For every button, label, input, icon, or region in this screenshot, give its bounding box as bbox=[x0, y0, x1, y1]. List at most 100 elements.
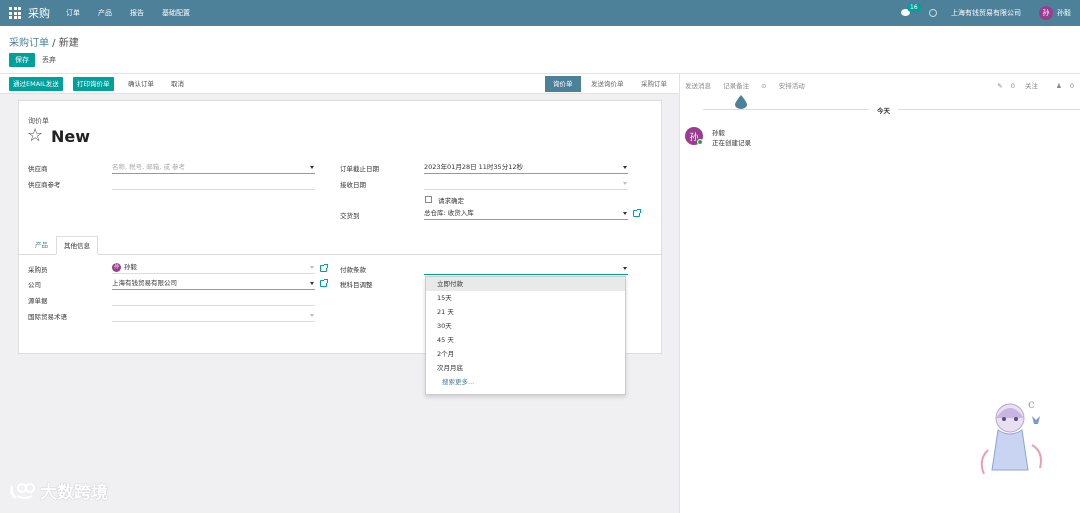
stage-rfq-sent[interactable]: 发送询价单 bbox=[583, 76, 632, 92]
discard-button[interactable]: 丢弃 bbox=[42, 53, 56, 67]
stage-purchase-order[interactable]: 采购订单 bbox=[633, 76, 675, 92]
drop-icon bbox=[735, 95, 747, 109]
online-status-dot bbox=[697, 139, 703, 145]
deliver-to-field[interactable]: 总仓库: 收货入库 bbox=[424, 208, 628, 220]
follow-button[interactable]: 关注 bbox=[1025, 82, 1038, 90]
menu-products[interactable]: 产品 bbox=[98, 8, 112, 18]
attachments-button[interactable]: ✎ 0 bbox=[989, 82, 1015, 90]
message-body: 正在创建记录 bbox=[712, 139, 751, 147]
today-label: 今天 bbox=[869, 105, 898, 115]
company-field[interactable]: 上海有钱贸易有限公司 bbox=[112, 278, 315, 290]
buyer-external-link-icon[interactable] bbox=[320, 264, 328, 272]
activity-clock-icon[interactable] bbox=[929, 9, 937, 17]
deliver-to-caret[interactable] bbox=[623, 212, 627, 215]
message-author: 孙毅 bbox=[712, 129, 725, 137]
menu-configuration[interactable]: 基础配置 bbox=[162, 8, 190, 18]
log-note-button[interactable]: 记录备注 bbox=[723, 82, 749, 90]
vendor-ref-label: 供应商参考 bbox=[28, 181, 61, 189]
order-deadline-field[interactable]: 2023年01月28日 11时35分12秒 bbox=[424, 162, 628, 174]
receipt-date-field[interactable] bbox=[424, 178, 628, 190]
receipt-date-caret[interactable] bbox=[623, 182, 627, 185]
incoterm-caret[interactable] bbox=[310, 314, 314, 317]
incoterm-field[interactable] bbox=[112, 310, 315, 322]
dropdown-option[interactable]: 15天 bbox=[426, 291, 625, 305]
user-menu[interactable]: 孙毅 bbox=[1057, 8, 1071, 18]
buyer-caret[interactable] bbox=[310, 266, 314, 269]
external-link-icon[interactable] bbox=[633, 209, 641, 217]
deliver-to-value: 总仓库: 收货入库 bbox=[424, 209, 474, 217]
company-value: 上海有钱贸易有限公司 bbox=[112, 279, 177, 287]
company-switcher[interactable]: 上海有钱贸易有限公司 bbox=[951, 8, 1021, 18]
cancel-button[interactable]: 取消 bbox=[167, 77, 188, 91]
breadcrumb-separator: / bbox=[49, 38, 59, 49]
dropdown-option[interactable]: 立即付款 bbox=[426, 277, 625, 291]
payment-terms-field[interactable] bbox=[424, 263, 628, 275]
dropdown-option[interactable]: 21 天 bbox=[426, 305, 625, 319]
vendor-field[interactable]: 名称, 税号, 邮箱, 或 参考 bbox=[112, 162, 315, 174]
vendor-label: 供应商 bbox=[28, 165, 48, 173]
clock-icon: ⊙ bbox=[761, 82, 767, 90]
top-navbar: 采购 订单 产品 报告 基础配置 16 上海有钱贸易有限公司 孙 孙毅 bbox=[0, 0, 1080, 26]
payment-terms-label: 付款条款 bbox=[340, 266, 366, 274]
anime-mascot-image: c bbox=[980, 397, 1042, 475]
status-bar: 通过EMAIL发送 打印询价单 确认订单 取消 询价单 发送询价单 采购订单 bbox=[0, 74, 679, 94]
confirm-order-button[interactable]: 确认订单 bbox=[124, 77, 158, 91]
vendor-ref-field[interactable] bbox=[112, 178, 315, 190]
source-document-label: 源单据 bbox=[28, 297, 48, 305]
source-document-field[interactable] bbox=[112, 294, 315, 306]
stage-rfq[interactable]: 询价单 bbox=[545, 76, 581, 92]
watermark-text: 大数跨境 bbox=[40, 483, 108, 503]
followers-count: 0 bbox=[1069, 82, 1074, 90]
svg-text:c: c bbox=[1028, 397, 1035, 411]
company-external-link-icon[interactable] bbox=[320, 279, 328, 287]
attachments-count: 0 bbox=[1010, 82, 1015, 90]
vendor-placeholder: 名称, 税号, 邮箱, 或 参考 bbox=[112, 163, 185, 171]
dropdown-option[interactable]: 45 天 bbox=[426, 333, 625, 347]
dropdown-option[interactable]: 2个月 bbox=[426, 347, 625, 361]
record-title: New bbox=[51, 127, 91, 146]
menu-reports[interactable]: 报告 bbox=[130, 8, 144, 18]
breadcrumb-parent[interactable]: 采购订单 bbox=[9, 38, 49, 49]
order-deadline-caret[interactable] bbox=[623, 166, 627, 169]
watermark-logo-icon bbox=[10, 482, 35, 499]
send-message-button[interactable]: 发送消息 bbox=[685, 82, 711, 90]
vendor-dropdown-caret[interactable] bbox=[310, 166, 314, 169]
ask-confirm-checkbox[interactable] bbox=[425, 196, 432, 203]
buyer-field[interactable]: 孙孙毅 bbox=[112, 262, 315, 274]
dropdown-option[interactable]: 次月月底 bbox=[426, 361, 625, 375]
deliver-to-label: 交货到 bbox=[340, 212, 360, 220]
incoterm-label: 国际贸易术语 bbox=[28, 313, 67, 321]
breadcrumb-current: 新建 bbox=[58, 38, 79, 49]
company-label: 公司 bbox=[28, 281, 41, 289]
apps-menu-icon[interactable] bbox=[8, 6, 22, 20]
save-button[interactable]: 保存 bbox=[9, 53, 35, 67]
order-deadline-value: 2023年01月28日 11时35分12秒 bbox=[424, 163, 523, 171]
followers-button[interactable]: ♟ 0 bbox=[1048, 82, 1074, 90]
followers-icon: ♟ bbox=[1056, 82, 1062, 90]
chatter-right-tools: ✎ 0 关注 ♟ 0 bbox=[981, 80, 1074, 90]
tab-other-info[interactable]: 其他信息 bbox=[56, 236, 98, 255]
menu-orders[interactable]: 订单 bbox=[66, 8, 80, 18]
send-by-email-button[interactable]: 通过EMAIL发送 bbox=[9, 77, 63, 91]
receipt-date-label: 接收日期 bbox=[340, 181, 366, 189]
company-caret[interactable] bbox=[310, 282, 314, 285]
buyer-avatar: 孙 bbox=[112, 262, 121, 272]
print-rfq-button[interactable]: 打印询价单 bbox=[73, 77, 114, 91]
schedule-activity-label: 安排活动 bbox=[778, 82, 805, 90]
paperclip-icon: ✎ bbox=[997, 82, 1003, 90]
messages-icon[interactable]: 16 bbox=[901, 2, 921, 18]
payment-terms-caret[interactable] bbox=[623, 267, 627, 270]
star-icon[interactable]: ☆ bbox=[27, 126, 43, 146]
user-avatar[interactable]: 孙 bbox=[1039, 6, 1053, 20]
tab-products[interactable]: 产品 bbox=[28, 236, 55, 255]
dropdown-option[interactable]: 30天 bbox=[426, 319, 625, 333]
ask-confirm-label: 请求确定 bbox=[438, 197, 464, 205]
fiscal-position-label: 税科目调整 bbox=[340, 281, 373, 289]
watermark: 大数跨境 bbox=[8, 478, 108, 503]
control-panel: 采购订单 / 新建 保存 丢弃 bbox=[0, 26, 1080, 74]
breadcrumb: 采购订单 / 新建 bbox=[9, 34, 79, 49]
order-deadline-label: 订单截止日期 bbox=[340, 165, 379, 173]
schedule-activity-button[interactable]: ⊙ 安排活动 bbox=[761, 82, 815, 90]
search-more-link[interactable]: 搜索更多... bbox=[426, 375, 625, 389]
app-name[interactable]: 采购 bbox=[28, 5, 50, 21]
